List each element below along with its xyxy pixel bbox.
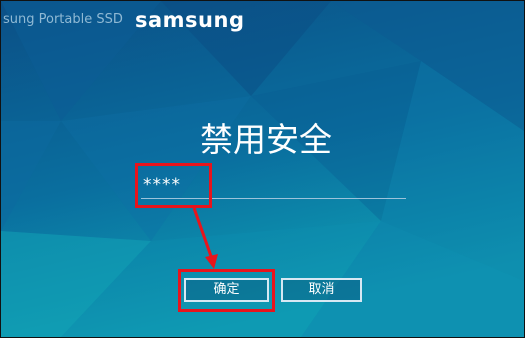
samsung-logo: samsung [135, 8, 245, 32]
password-highlight-box [135, 163, 212, 208]
dialog-title: 禁用安全 [200, 120, 332, 159]
app-window: sung Portable SSD samsung 禁用安全 确定 取消 [0, 0, 525, 338]
confirm-highlight-box [178, 269, 275, 312]
app-name-label: sung Portable SSD [3, 12, 123, 27]
cancel-button[interactable]: 取消 [281, 278, 362, 302]
